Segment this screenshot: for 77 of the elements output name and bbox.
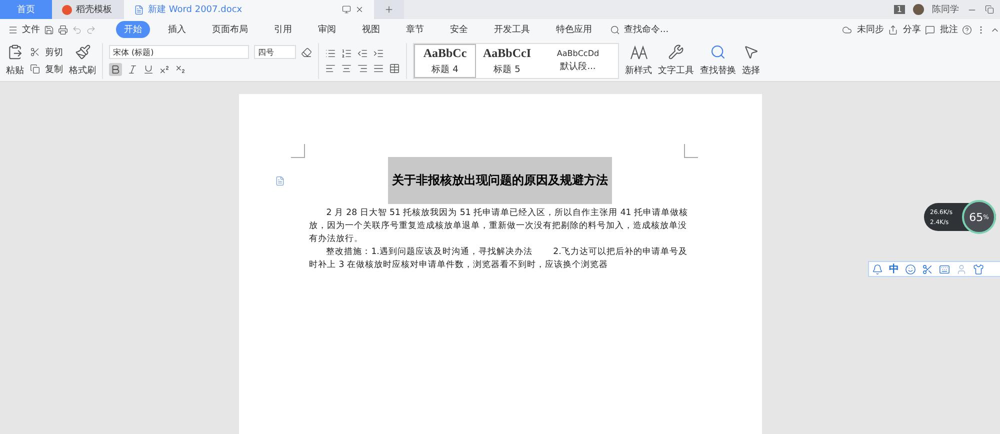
document-paragraph: 整改措施：1.遇到问题应该及时沟通，寻找解决办法 2.飞力达可以把后补的申请单号及时补上 3 在做核放时应核对申请单件数，浏览器看不到时，应该换个浏览器 (309, 246, 688, 272)
indent-icon[interactable] (373, 48, 384, 58)
letters-style-icon (630, 44, 648, 60)
size-select[interactable]: 四号 (254, 45, 296, 59)
ribbon-button[interactable]: 选择 (742, 64, 760, 77)
eraser-icon[interactable] (301, 46, 312, 58)
title-tab[interactable]: 稻壳模板 (52, 0, 124, 19)
document-icon[interactable] (274, 176, 284, 186)
justify-icon[interactable] (373, 62, 384, 74)
ribbon-tab[interactable]: 页面布局 (204, 21, 256, 38)
style-option[interactable]: AaBbCc 标题 4 (414, 44, 476, 78)
bell-icon[interactable] (872, 264, 883, 274)
restore-icon[interactable] (985, 5, 994, 14)
window-icon[interactable] (342, 5, 351, 14)
bold-button[interactable] (109, 63, 122, 76)
ribbon-tab[interactable]: 视图 (354, 21, 388, 38)
print-icon[interactable] (58, 24, 68, 34)
ribbon-tab[interactable]: 开发工具 (486, 21, 538, 38)
keyboard-icon[interactable] (939, 264, 950, 274)
ribbon-tab[interactable]: 引用 (266, 21, 300, 38)
count-badge: 1 (894, 5, 905, 14)
align-left-icon[interactable] (325, 62, 336, 74)
font-select[interactable]: 宋体 (标题) (109, 45, 249, 59)
cloud-icon[interactable] (842, 24, 852, 34)
share-icon[interactable] (888, 24, 898, 34)
shirt-icon[interactable] (973, 264, 984, 274)
close-icon[interactable] (355, 5, 364, 14)
title-tab[interactable]: 新建 Word 2007.docx (124, 0, 374, 19)
help-icon[interactable] (962, 24, 972, 34)
style-option[interactable]: AaBbCcI 标题 5 (476, 44, 538, 78)
user-name[interactable]: 陈同学 (932, 3, 959, 16)
file-menu[interactable]: 文件 (22, 23, 40, 36)
ribbon-tab[interactable]: 特色应用 (548, 21, 600, 38)
ribbon-button[interactable]: 查找替换 (700, 64, 736, 77)
superscript-icon[interactable] (159, 64, 170, 75)
paste-icon[interactable] (7, 44, 23, 60)
command-search[interactable]: 查找命令... (624, 23, 669, 36)
document-title: 关于非报核放出现问题的原因及规避方法 (388, 157, 612, 204)
document-paragraph: 2 月 28 日大智 51 托核放我因为 51 托申请单已经入区，所以自作主张用 41 托申请单做核放，因为一个关联序号重复造成核放单退单，重新做一次没有把剔除的料号加入，造成核放单没有办法放行。 (309, 207, 689, 246)
document-icon[interactable] (134, 4, 144, 14)
pointer-icon[interactable] (743, 44, 759, 60)
ime-mode[interactable]: 中 (889, 262, 899, 276)
user-avatar[interactable] (913, 4, 924, 15)
align-right-icon[interactable] (357, 62, 368, 74)
numbered-list-icon[interactable] (341, 48, 352, 58)
ribbon-tab[interactable]: 安全 (442, 21, 476, 38)
ribbon-button[interactable]: 文字工具 (658, 64, 694, 77)
toolbar-link[interactable]: 分享 (903, 23, 921, 36)
cut-button[interactable]: 剪切 (45, 46, 63, 58)
comment-icon[interactable] (925, 24, 935, 34)
format-painter-button[interactable]: 格式刷 (69, 64, 96, 77)
cut-icon[interactable] (30, 47, 40, 57)
search-icon[interactable] (610, 24, 620, 34)
copy-icon[interactable] (30, 64, 40, 74)
outdent-icon[interactable] (357, 48, 368, 58)
toolbar-link[interactable]: 批注 (940, 23, 958, 36)
brush-icon[interactable] (74, 44, 90, 60)
toolbar-link[interactable]: 未同步 (857, 23, 884, 36)
wrench-icon[interactable] (668, 44, 684, 60)
menu-icon[interactable] (8, 24, 18, 34)
scissors-icon[interactable] (922, 264, 933, 274)
underline-icon[interactable] (143, 64, 154, 75)
search-icon[interactable] (710, 44, 726, 60)
border-icon[interactable] (389, 62, 400, 74)
subscript-icon[interactable] (175, 64, 186, 75)
plus-icon[interactable] (384, 4, 394, 15)
italic-icon[interactable] (127, 64, 138, 75)
align-center-icon[interactable] (341, 62, 352, 74)
style-option[interactable]: AaBbCcDd 默认段... (538, 44, 618, 78)
ribbon-button[interactable]: 新样式 (625, 64, 652, 77)
ribbon-tab[interactable]: 章节 (398, 21, 432, 38)
paste-button[interactable]: 粘贴 (6, 64, 24, 77)
ribbon-tab[interactable]: 审阅 (310, 21, 344, 38)
copy-button[interactable]: 复制 (45, 62, 63, 76)
ribbon-tab[interactable]: 插入 (160, 21, 194, 38)
smile-icon[interactable] (905, 264, 916, 274)
save-icon[interactable] (44, 24, 54, 34)
